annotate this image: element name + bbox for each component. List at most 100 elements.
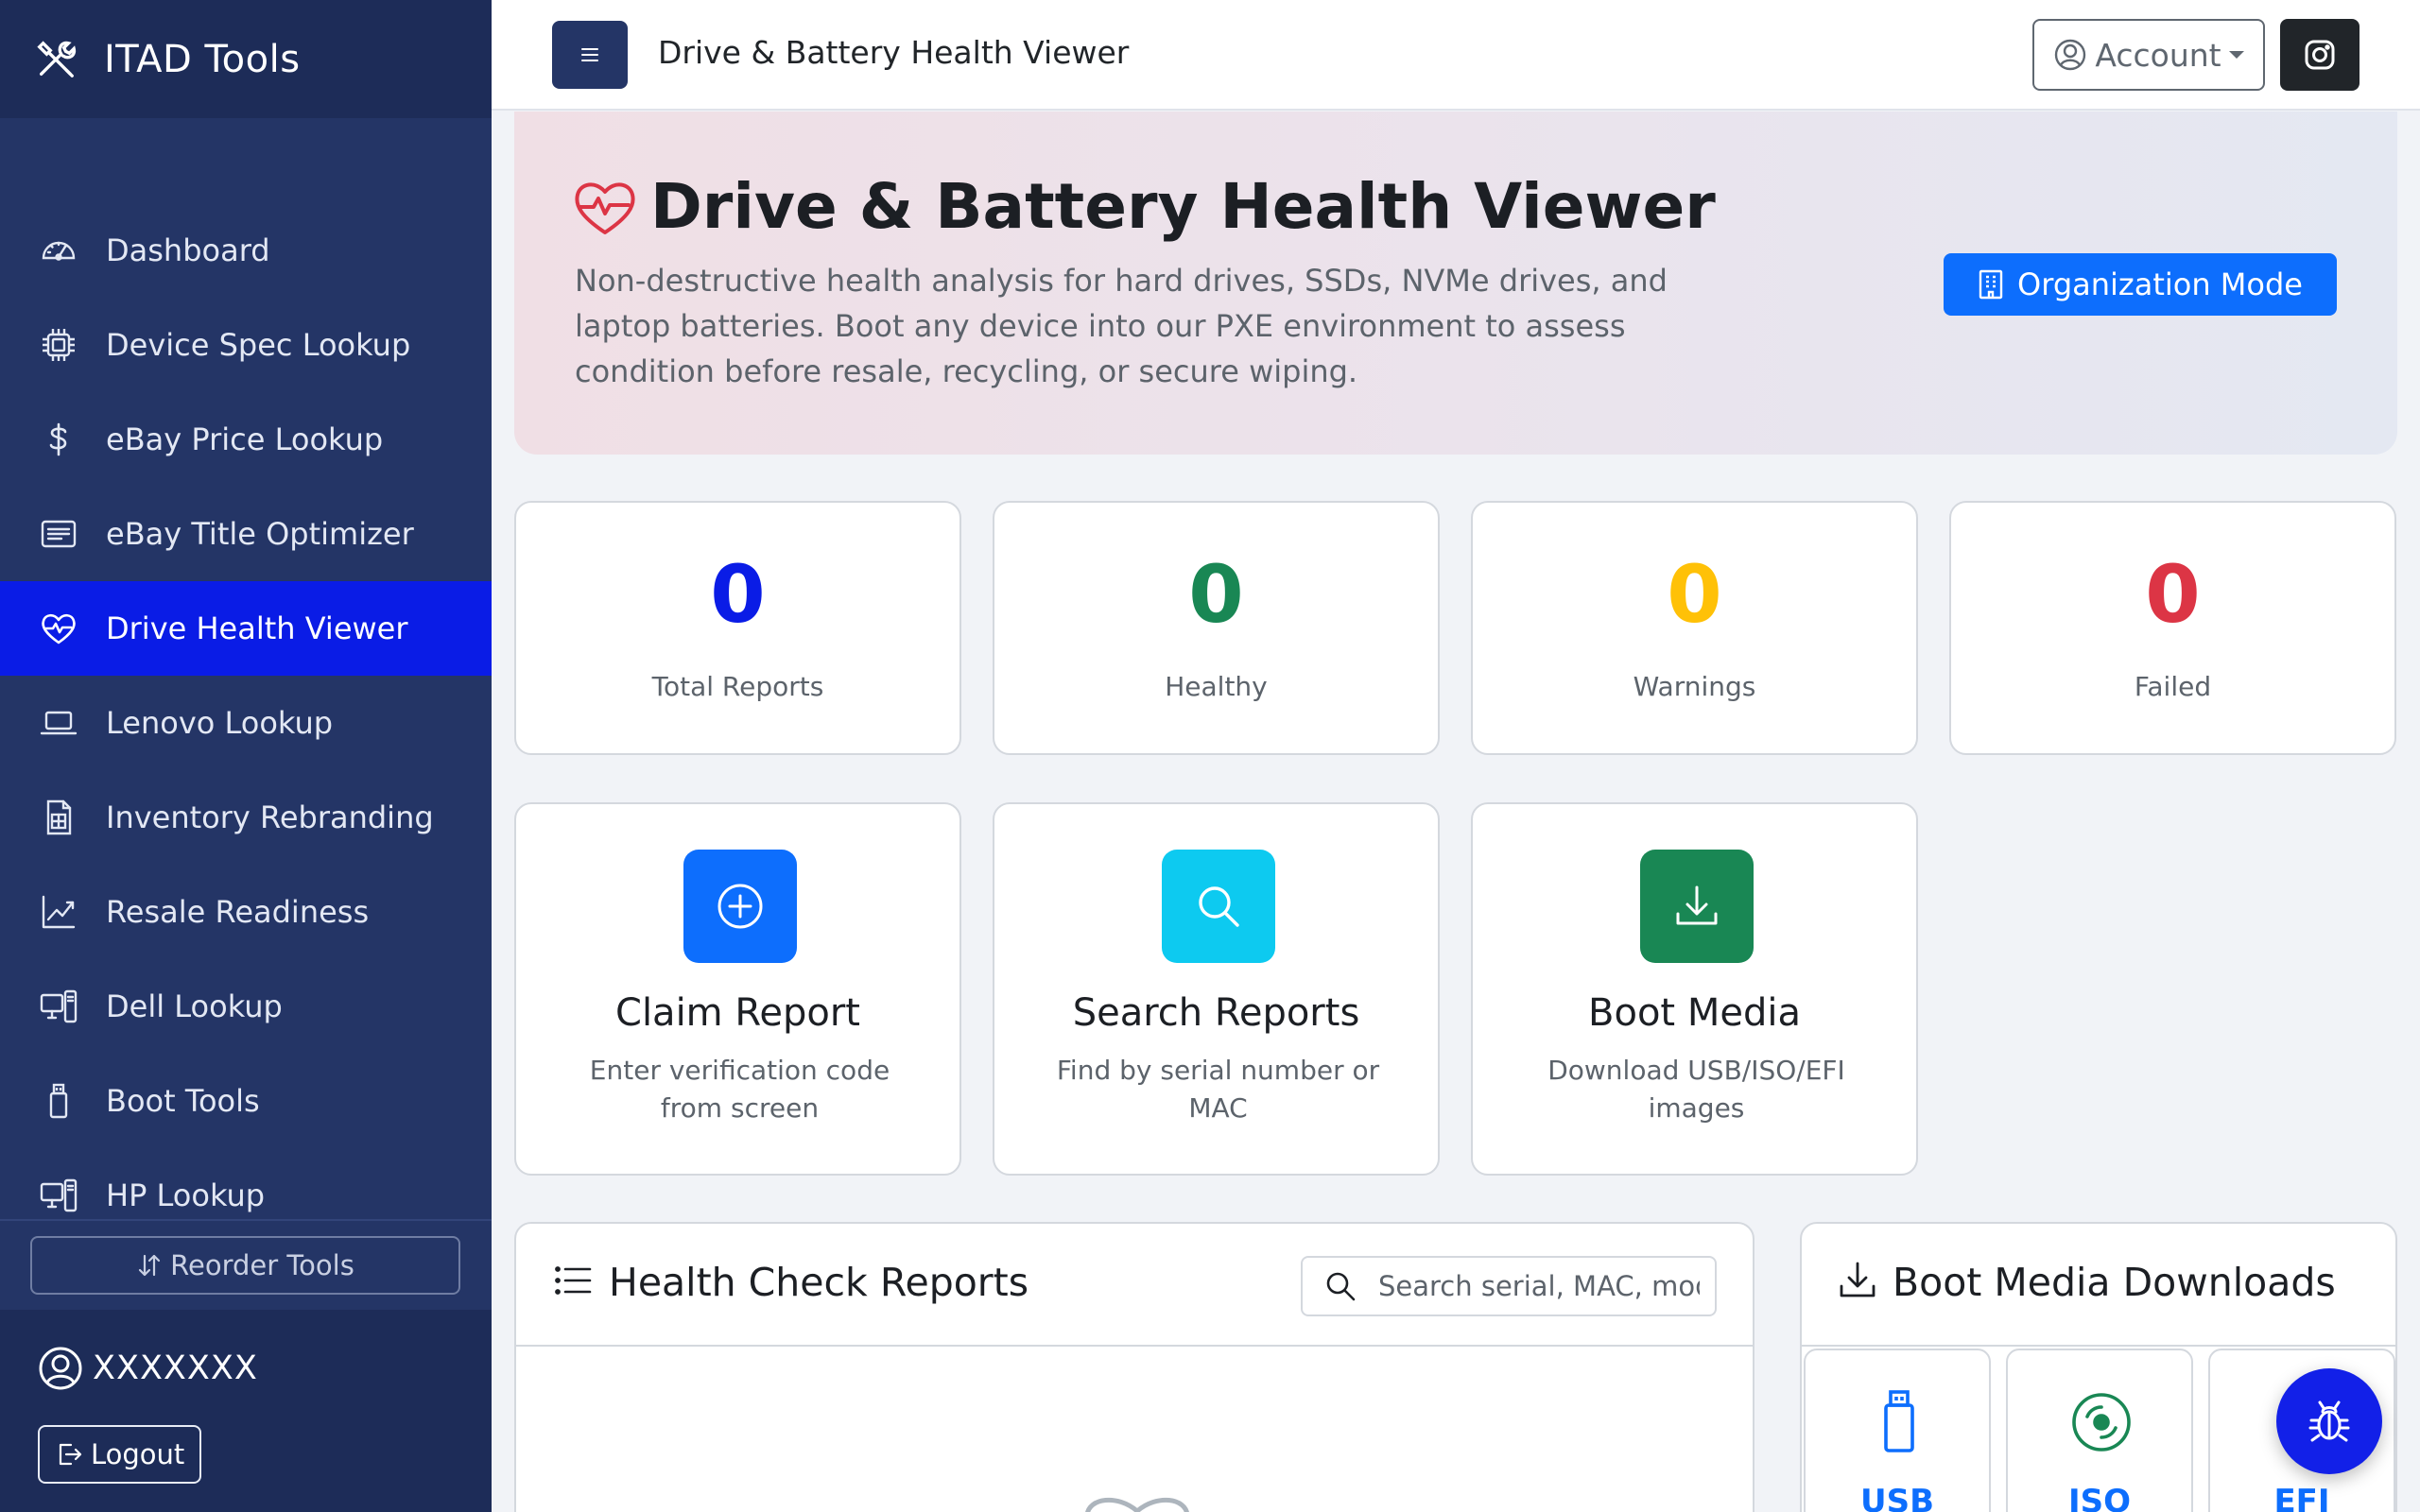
user-block: XXXXXXX Logout: [0, 1310, 492, 1512]
action-subtitle: Find by serial number or MAC: [1056, 1055, 1380, 1124]
download-icon: [1840, 1262, 1876, 1297]
sidebar-item-label: eBay Title Optimizer: [106, 516, 414, 552]
stat-label: Warnings: [1633, 671, 1756, 702]
tools-icon: [34, 38, 78, 81]
sidebar-item-ebay-title-optimizer[interactable]: eBay Title Optimizer: [0, 487, 492, 581]
sidebar-item-label: Resale Readiness: [106, 894, 370, 930]
sidebar-item-label: Dashboard: [106, 232, 270, 268]
sidebar-item-label: Inventory Rebranding: [106, 799, 434, 835]
pc-display-icon: [40, 1177, 78, 1214]
speedometer-icon: [40, 232, 78, 269]
laptop-icon: [40, 704, 78, 742]
stat-label: Failed: [2134, 671, 2212, 702]
health-check-reports-panel: Health Check Reports: [514, 1222, 1754, 1512]
heart-outline-icon: [1085, 1497, 1189, 1512]
reorder-tools-button[interactable]: Reorder Tools: [30, 1236, 460, 1295]
usb-download-tile[interactable]: USB: [1804, 1349, 1991, 1512]
usb-label: USB: [1859, 1483, 1934, 1512]
sidebar-item-label: Lenovo Lookup: [106, 705, 334, 741]
sidebar-item-dell-lookup[interactable]: Dell Lookup: [0, 959, 492, 1054]
dollar-icon: [40, 421, 78, 458]
download-icon: [1676, 885, 1718, 925]
boot-media-icon-box: [1640, 850, 1754, 963]
stat-label: Total Reports: [651, 671, 824, 702]
pc-display-icon: [40, 988, 78, 1025]
person-circle-icon: [39, 1347, 82, 1390]
building-icon: [1979, 269, 2003, 300]
card-text-icon: [40, 515, 78, 553]
hero-description: Non-destructive health analysis for hard…: [575, 263, 1668, 389]
brand-title: ITAD Tools: [104, 37, 301, 81]
heart-pulse-icon: [40, 610, 78, 647]
disc-icon: [2072, 1393, 2131, 1452]
iso-label: ISO: [2067, 1483, 2132, 1512]
sidebar-item-dashboard[interactable]: Dashboard: [0, 203, 492, 298]
sidebar-item-label: HP Lookup: [106, 1177, 266, 1213]
reports-header: Health Check Reports: [516, 1224, 1753, 1347]
bug-icon: [2308, 1400, 2350, 1442]
sidebar-item-label: Boot Tools: [106, 1083, 260, 1119]
account-label: Account: [2095, 36, 2221, 74]
instagram-button[interactable]: [2280, 19, 2360, 91]
logout-label: Logout: [91, 1438, 185, 1470]
action-title: Claim Report: [615, 991, 860, 1035]
reorder-tools-label: Reorder Tools: [170, 1249, 354, 1281]
sidebar-item-label: Dell Lookup: [106, 988, 283, 1024]
action-title: Search Reports: [1072, 991, 1360, 1035]
logout-button[interactable]: Logout: [38, 1425, 202, 1484]
organization-mode-button[interactable]: Organization Mode: [1944, 253, 2337, 316]
reports-search[interactable]: [1301, 1256, 1717, 1316]
logout-icon: [59, 1443, 82, 1466]
sidebar-item-hp-lookup[interactable]: HP Lookup: [0, 1148, 492, 1243]
cpu-icon: [40, 326, 78, 364]
instagram-icon: [2305, 40, 2335, 70]
boot-media-header: Boot Media Downloads: [1802, 1224, 2395, 1347]
graph-up-icon: [40, 893, 78, 931]
page-title: Drive & Battery Health Viewer: [658, 34, 1130, 71]
sidebar-item-ebay-price-lookup[interactable]: eBay Price Lookup: [0, 392, 492, 487]
stat-card-total-reports: 0 Total Reports: [514, 501, 961, 755]
sidebar-item-drive-health-viewer[interactable]: Drive Health Viewer: [0, 581, 492, 676]
search-reports-card[interactable]: Search Reports Find by serial number or …: [993, 802, 1440, 1176]
heart-pulse-icon: [575, 182, 635, 234]
sidebar-item-label: Device Spec Lookup: [106, 327, 411, 363]
search-icon: [1326, 1272, 1356, 1301]
sidebar-item-inventory-rebranding[interactable]: Inventory Rebranding: [0, 770, 492, 865]
sidebar-divider: [0, 1219, 492, 1221]
brand[interactable]: ITAD Tools: [0, 0, 492, 118]
sidebar-item-boot-tools[interactable]: Boot Tools: [0, 1054, 492, 1148]
sidebar-item-label: eBay Price Lookup: [106, 421, 384, 457]
user-name: XXXXXXX: [93, 1349, 258, 1387]
claim-report-card[interactable]: Claim Report Enter verification code fro…: [514, 802, 961, 1176]
hamburger-icon: [581, 48, 598, 61]
stat-label: Healthy: [1165, 671, 1268, 702]
sidebar-item-lenovo-lookup[interactable]: Lenovo Lookup: [0, 676, 492, 770]
boot-media-title: Boot Media Downloads: [1893, 1260, 2336, 1305]
stat-value: 0: [2145, 548, 2201, 641]
stat-card-failed: 0 Failed: [1949, 501, 2396, 755]
reports-search-input[interactable]: [1378, 1270, 1700, 1302]
claim-report-icon-box: [683, 850, 797, 963]
account-dropdown[interactable]: Account: [2032, 19, 2265, 91]
sidebar-item-device-spec-lookup[interactable]: Device Spec Lookup: [0, 298, 492, 392]
person-circle-icon: [2055, 39, 2086, 71]
report-bug-button[interactable]: [2276, 1368, 2382, 1474]
organization-mode-label: Organization Mode: [2017, 266, 2303, 302]
topbar: Drive & Battery Health Viewer Account: [492, 0, 2420, 111]
user-info: XXXXXXX: [38, 1346, 258, 1391]
receipt-icon: [40, 799, 78, 836]
usb-drive-icon: [40, 1082, 78, 1120]
stat-value: 0: [1188, 548, 1244, 641]
hero-title: Drive & Battery Health Viewer: [650, 170, 1716, 243]
arrow-down-up-icon: [139, 1254, 161, 1277]
boot-media-card[interactable]: Boot Media Download USB/ISO/EFI images: [1471, 802, 1918, 1176]
stat-card-warnings: 0 Warnings: [1471, 501, 1918, 755]
action-title: Boot Media: [1588, 991, 1801, 1035]
sidebar-item-resale-readiness[interactable]: Resale Readiness: [0, 865, 492, 959]
sidebar: ITAD Tools Dashboard Device Spec Lookup …: [0, 0, 492, 1512]
reports-title: Health Check Reports: [609, 1260, 1029, 1305]
iso-download-tile[interactable]: ISO: [2006, 1349, 2193, 1512]
stat-value: 0: [710, 548, 766, 641]
menu-toggle-button[interactable]: [552, 21, 628, 89]
list-icon: [555, 1266, 592, 1295]
